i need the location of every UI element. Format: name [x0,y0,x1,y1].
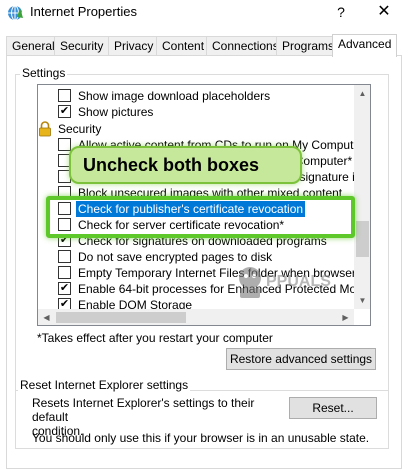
tab-programs[interactable]: Programs [276,36,341,56]
checkbox-checked[interactable]: ✔ [58,298,71,309]
reset-group-label: Reset Internet Explorer settings [18,378,191,392]
checkbox-checked[interactable]: ✔ [58,282,71,295]
tab-strip: General Security Privacy Content Connect… [6,34,402,57]
help-button[interactable]: ? [326,0,356,24]
checkbox-checked[interactable]: ✔ [58,105,71,118]
tab-security[interactable]: Security [54,36,110,56]
svg-text:PPUALS: PPUALS [266,273,331,290]
list-item-label: Show image download placeholders [78,89,271,103]
appuals-watermark-logo: PPUALS [239,267,331,298]
horizontal-scroll-thumb[interactable] [56,312,186,323]
reset-button[interactable]: Reset... [289,397,377,419]
tab-connections[interactable]: Connections [206,36,285,56]
instruction-callout: Uncheck both boxes [69,146,302,184]
reset-description-line: Resets Internet Explorer's settings to t… [32,396,255,424]
tab-content[interactable]: Content [156,36,211,56]
list-item-label: Enable DOM Storage [78,298,193,309]
list-item-label: Show pictures [78,105,154,119]
restore-advanced-settings-button[interactable]: Restore advanced settings [226,348,376,370]
close-button[interactable]: ✕ [366,0,402,24]
tab-privacy[interactable]: Privacy [108,36,160,56]
internet-explorer-globe-icon [8,5,23,21]
title-bar: Internet Properties ? ✕ [0,0,406,26]
checkbox[interactable] [58,89,71,102]
restart-note: *Takes effect after you restart your com… [37,331,273,345]
scroll-up-arrow-icon[interactable]: ▲ [354,85,370,102]
lock-icon [39,121,51,137]
scroll-left-arrow-icon[interactable]: ◀ [38,309,55,325]
reset-warning: You should only use this if your browser… [32,431,370,445]
window-title: Internet Properties [30,4,137,19]
scroll-right-arrow-icon[interactable]: ▶ [337,309,354,325]
horizontal-scrollbar[interactable]: ◀ ▶ [38,309,354,325]
settings-group-label: Settings [20,66,68,80]
category-label: Security [58,122,102,136]
checkbox[interactable] [58,138,71,151]
checkbox[interactable] [58,250,71,263]
checkbox[interactable] [58,266,71,279]
tab-general[interactable]: General [6,36,61,56]
highlight-box [46,196,355,238]
vertical-scroll-thumb[interactable] [356,221,369,257]
tab-advanced[interactable]: Advanced [332,34,398,57]
